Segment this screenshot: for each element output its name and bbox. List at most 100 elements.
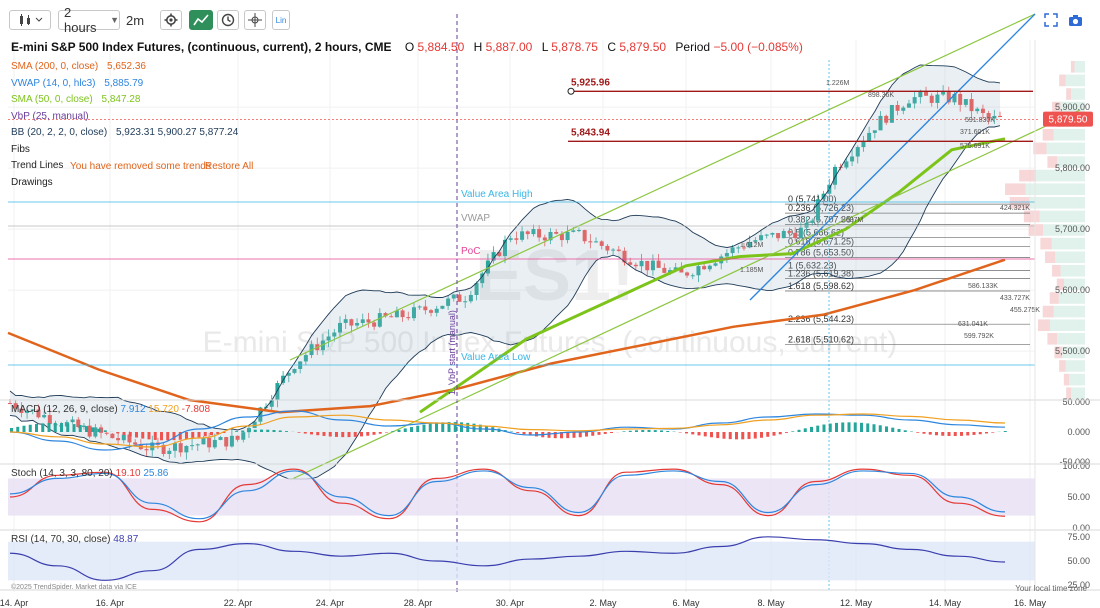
macd-histogram-bar <box>247 429 251 432</box>
macd-histogram-bar <box>272 429 276 432</box>
macd-histogram-bar <box>785 432 788 433</box>
volume-profile-label: 1.226M <box>826 80 850 87</box>
macd-histogram-bar <box>866 423 870 432</box>
restore-all-link[interactable]: Restore All <box>205 161 253 172</box>
macd-histogram-bar <box>372 432 376 435</box>
open-value: 5,884.50 <box>417 40 465 54</box>
open-label: O <box>404 40 415 54</box>
close-label: C <box>607 40 616 54</box>
volume-profile-bar <box>1060 265 1085 277</box>
macd-histogram-bar <box>722 432 726 439</box>
legend-item[interactable]: Fibs <box>11 144 30 155</box>
macd-histogram-bar <box>235 431 238 432</box>
macd-histogram-bar <box>703 432 707 437</box>
macd-histogram-bar <box>116 432 120 434</box>
volume-profile-label: 575.691K <box>960 143 990 150</box>
chart-canvas[interactable]: ES1!E-mini S&P 500 Index Futures, (conti… <box>0 0 1100 608</box>
legend-value: 5,885.79 <box>101 77 144 89</box>
y-tick-label: 5,800.00 <box>1055 163 1090 173</box>
macd-histogram-bar <box>428 423 432 432</box>
macd-histogram-bar <box>97 428 101 432</box>
macd-histogram-bar <box>841 422 845 432</box>
x-tick-label: 14. Apr <box>0 598 28 608</box>
volume-profile-label: 599.792K <box>964 333 994 340</box>
high-value: 5,887.00 <box>485 40 533 54</box>
indicator-y-tick: 50.000 <box>1062 397 1090 407</box>
macd-histogram-bar <box>797 429 801 432</box>
macd-histogram-bar <box>635 430 638 432</box>
macd-histogram-bar <box>297 432 301 433</box>
macd-histogram-bar <box>885 426 888 432</box>
macd-histogram-bar <box>872 424 876 432</box>
close-value: 5,879.50 <box>619 40 667 54</box>
low-value: 5,878.75 <box>551 40 598 54</box>
macd-histogram-bar <box>128 432 132 437</box>
macd-histogram-bar <box>591 432 595 436</box>
macd-histogram-bar <box>135 432 138 438</box>
macd-histogram-bar <box>385 432 388 433</box>
macd-histogram-bar <box>903 430 907 432</box>
chart-title-row: E-mini S&P 500 Index Futures, (continuou… <box>11 40 803 54</box>
volume-profile-bar <box>1019 169 1036 182</box>
macd-histogram-bar <box>91 427 95 432</box>
macd-histogram-bar <box>772 432 776 436</box>
high-label: H <box>473 40 483 54</box>
macd-histogram-bar <box>303 432 307 434</box>
volume-profile-bar <box>1023 210 1040 223</box>
volume-profile-label: 586.133K <box>968 283 998 290</box>
macd-histogram-bar <box>47 422 51 432</box>
volume-profile-label: 631.041K <box>958 321 988 328</box>
legend-item[interactable]: VbP (25, manual) <box>11 111 89 122</box>
macd-histogram-bar <box>828 423 832 432</box>
macd-histogram-bar <box>322 432 326 436</box>
value-area-high-label: Value Area High <box>461 189 533 200</box>
indicator-value: 48.87 <box>113 534 138 545</box>
macd-histogram-bar <box>622 431 626 432</box>
macd-histogram-bar <box>335 432 338 437</box>
legend-item[interactable]: VWAP (14, 0, hlc3) 5,885.79 <box>11 78 143 89</box>
volume-profile-bar <box>1050 319 1085 331</box>
volume-profile-label: 1.185M <box>740 267 764 274</box>
volume-profile-bar <box>1025 183 1085 195</box>
macd-histogram-bar <box>791 431 795 432</box>
macd-histogram-bar <box>22 425 26 432</box>
macd-histogram-bar <box>985 432 988 434</box>
volume-profile-bar <box>1042 129 1054 141</box>
macd-histogram-bar <box>403 428 407 432</box>
macd-histogram-bar <box>972 432 976 435</box>
legend-item[interactable]: Trend Lines <box>11 160 63 171</box>
x-tick-label: 22. Apr <box>224 598 253 608</box>
macd-histogram-bar <box>716 432 720 439</box>
macd-histogram-bar <box>666 430 670 432</box>
macd-histogram-bar <box>585 432 588 437</box>
macd-histogram-bar <box>941 432 945 436</box>
macd-histogram-bar <box>28 424 32 432</box>
macd-histogram-bar <box>85 426 88 432</box>
volume-profile-bar <box>1070 61 1075 73</box>
volume-profile-bar <box>1051 237 1085 250</box>
macd-histogram-bar <box>641 430 645 432</box>
legend-item[interactable]: SMA (200, 0, close) 5,652.36 <box>11 61 146 72</box>
volume-profile-bar <box>1053 305 1085 318</box>
macd-histogram-bar <box>878 425 882 432</box>
macd-histogram-bar <box>653 430 657 432</box>
volume-profile-bar <box>1063 373 1070 386</box>
macd-histogram-bar <box>860 422 863 432</box>
macd-histogram-bar <box>278 430 282 432</box>
macd-histogram-bar <box>366 432 370 436</box>
macd-histogram-bar <box>141 432 145 439</box>
legend-item[interactable]: Drawings <box>11 177 53 188</box>
macd-histogram-bar <box>341 432 345 438</box>
macd-histogram-bar <box>766 432 770 437</box>
symbol-title: E-mini S&P 500 Index Futures, (continuou… <box>11 40 392 54</box>
macd-histogram-bar <box>535 432 538 437</box>
legend-item[interactable]: BB (20, 2, 2, 0, close) 5,923.31 5,900.2… <box>11 127 238 138</box>
macd-histogram-bar <box>360 432 363 437</box>
indicator-value: 7.912 <box>120 404 145 415</box>
macd-histogram-bar <box>953 432 957 437</box>
x-tick-label: 8. May <box>757 598 785 608</box>
legend-item[interactable]: SMA (50, 0, close) 5,847.28 <box>11 94 140 105</box>
x-tick-label: 12. May <box>840 598 873 608</box>
x-tick-label: 16. Apr <box>96 598 125 608</box>
macd-histogram-bar <box>697 432 701 436</box>
